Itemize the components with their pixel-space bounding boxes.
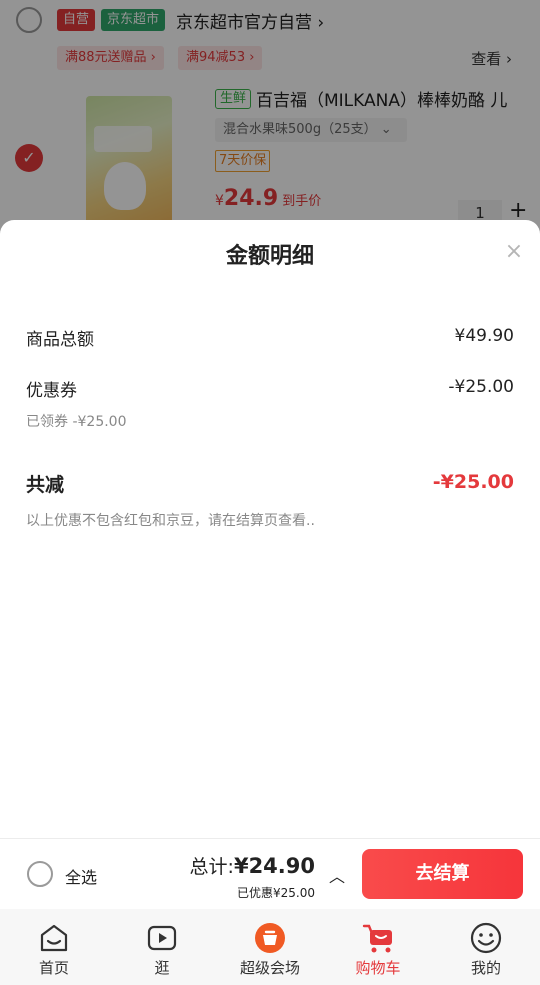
modal-backdrop[interactable]	[0, 0, 540, 250]
select-all-radio[interactable]	[27, 861, 53, 887]
goods-total-value: ¥49.90	[454, 326, 514, 346]
sheet-title: 金额明细	[225, 244, 314, 269]
home-icon	[40, 924, 68, 952]
tab-browse-label: 逛	[154, 959, 170, 977]
total-value: ¥24.90	[233, 854, 315, 878]
chevron-up-icon[interactable]: ︿	[329, 863, 345, 887]
coupon-received-note: 已领券 -¥25.00	[26, 414, 127, 430]
close-icon[interactable]: ×	[502, 240, 526, 264]
tab-super-venue-label: 超级会场	[239, 959, 300, 977]
total-discount-label: 共减	[26, 474, 65, 496]
amount-detail-sheet: 金额明细 × 商品总额 ¥49.90 优惠券 -¥25.00 已领券 -¥25.…	[0, 220, 540, 838]
coupon-label: 优惠券	[26, 381, 77, 401]
tab-profile[interactable]: 我的	[432, 909, 540, 985]
discount-note: 以上优惠不包含红包和京豆，请在结算页查看..	[26, 513, 315, 529]
checkout-button[interactable]: 去结算	[362, 849, 523, 899]
tab-home[interactable]: 首页	[0, 909, 108, 985]
bottom-tab-bar: 首页 逛 超级会场 购物车 我的	[0, 909, 540, 985]
profile-icon	[470, 922, 502, 954]
coupon-value: -¥25.00	[448, 377, 514, 397]
total-label: 总计:	[189, 856, 234, 878]
cart-icon	[362, 924, 392, 953]
tab-browse[interactable]: 逛	[108, 909, 216, 985]
select-all-label[interactable]: 全选	[65, 864, 97, 888]
tab-super-venue[interactable]: 超级会场	[216, 909, 324, 985]
super-venue-icon	[255, 923, 285, 953]
tab-profile-label: 我的	[470, 959, 501, 977]
saved-amount: 已优惠¥25.00	[237, 886, 315, 900]
tab-home-label: 首页	[38, 959, 69, 977]
tab-cart[interactable]: 购物车	[324, 909, 432, 985]
goods-total-label: 商品总额	[26, 330, 94, 350]
video-icon	[147, 925, 177, 951]
checkout-bar: 全选 总计:¥24.90 已优惠¥25.00 ︿ 去结算	[0, 838, 540, 909]
cart-background: 自营 京东超市 京东超市官方自营 › 满88元送赠品 › 满94减53 › 查看…	[0, 0, 540, 250]
total-line: 总计:¥24.90	[190, 852, 315, 879]
total-discount-value: -¥25.00	[432, 471, 514, 493]
tab-cart-label: 购物车	[355, 959, 401, 977]
